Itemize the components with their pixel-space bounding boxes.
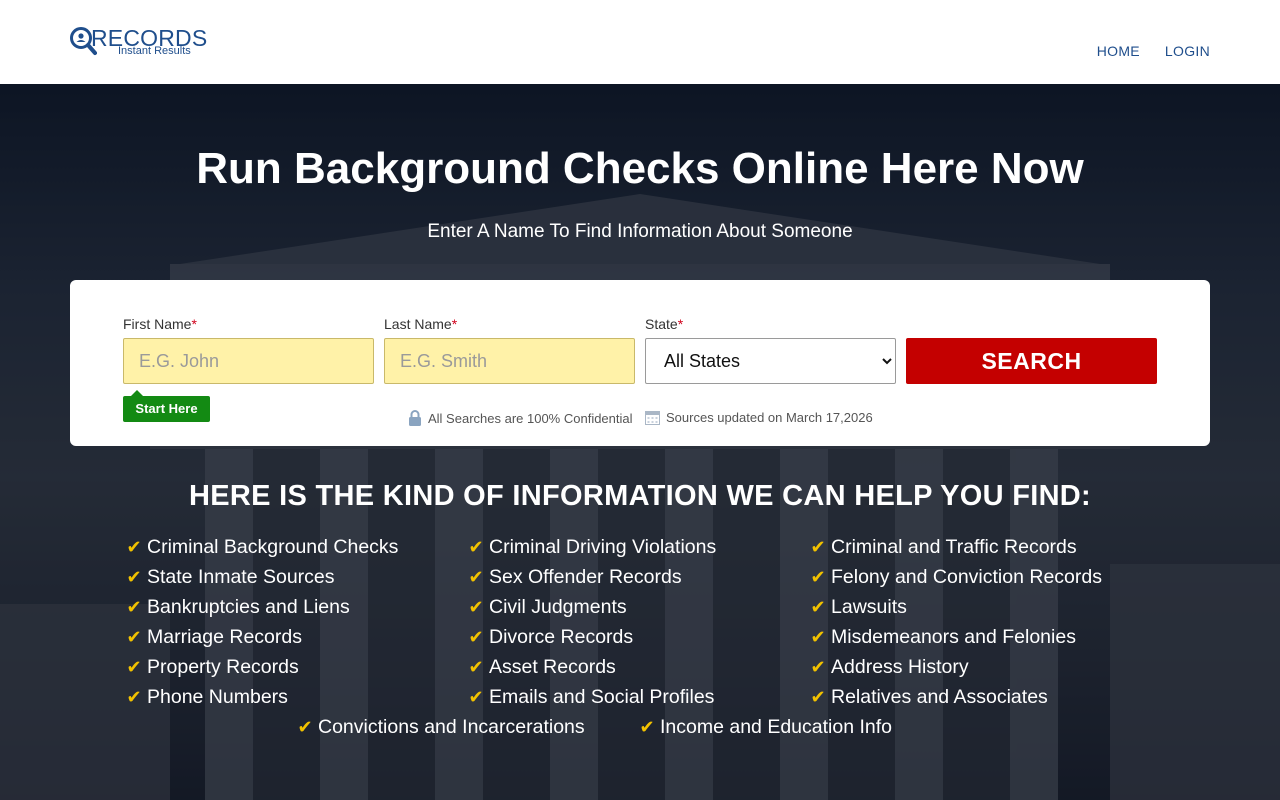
confidential-note: All Searches are 100% Confidential [408, 410, 633, 426]
info-item: ✔ Property Records [125, 656, 299, 679]
check-icon: ✔ [468, 687, 484, 707]
info-item: ✔ Marriage Records [125, 626, 302, 649]
nav-login-link[interactable]: LOGIN [1165, 43, 1210, 59]
info-section-title: HERE IS THE KIND OF INFORMATION WE CAN H… [188, 480, 1092, 512]
info-item: ✔ Asset Records [467, 656, 616, 679]
first-name-input[interactable] [123, 338, 374, 384]
info-item-text: Marriage Records [147, 626, 302, 648]
info-item: ✔ Criminal Driving Violations [467, 536, 716, 559]
check-icon: ✔ [810, 657, 826, 677]
info-item-text: Property Records [147, 656, 299, 678]
state-select[interactable]: All States [645, 338, 896, 384]
logo-subtitle: Instant Results [118, 45, 191, 57]
info-item-text: Divorce Records [489, 626, 634, 648]
info-item-text: Address History [831, 656, 969, 678]
updated-note: Sources updated on March 17,2026 [645, 410, 873, 425]
search-form-card: First Name* Last Name* State* All States… [70, 280, 1210, 446]
site-header: RECORDS Instant Results HOME LOGIN [0, 0, 1280, 84]
info-item: ✔ Relatives and Associates [809, 686, 1048, 709]
nav-home-link[interactable]: HOME [1097, 43, 1140, 59]
required-marker: * [451, 316, 458, 332]
info-item: ✔ Misdemeanors and Felonies [809, 626, 1076, 649]
check-icon: ✔ [810, 567, 826, 587]
check-icon: ✔ [810, 627, 826, 647]
required-marker: * [191, 316, 197, 332]
info-item-text: Income and Education Info [660, 716, 892, 738]
main-nav: HOME LOGIN [1097, 43, 1210, 59]
check-icon: ✔ [126, 627, 142, 647]
last-name-input[interactable] [384, 338, 635, 384]
start-here-badge: Start Here [123, 390, 210, 422]
info-item-text: Convictions and Incarcerations [318, 716, 585, 738]
info-item: ✔ Phone Numbers [125, 686, 288, 709]
check-icon: ✔ [468, 657, 484, 677]
info-item: ✔ Convictions and Incarcerations [296, 716, 585, 739]
info-item-text: State Inmate Sources [147, 566, 335, 588]
info-item: ✔ Bankruptcies and Liens [125, 596, 350, 619]
info-item-text: Emails and Social Profiles [489, 686, 715, 708]
info-item-text: Bankruptcies and Liens [147, 596, 350, 618]
lock-icon [409, 410, 421, 426]
check-icon: ✔ [639, 717, 655, 737]
check-icon: ✔ [126, 687, 142, 707]
page-subheadline: Enter A Name To Find Information About S… [427, 221, 853, 242]
first-name-label: First Name* [123, 316, 197, 332]
calendar-icon [645, 411, 660, 425]
info-item-text: Criminal and Traffic Records [831, 536, 1077, 558]
check-icon: ✔ [468, 537, 484, 557]
info-item: ✔ Criminal Background Checks [125, 536, 398, 559]
info-item-text: Lawsuits [831, 596, 907, 618]
info-item-text: Civil Judgments [489, 596, 627, 618]
check-icon: ✔ [126, 567, 142, 587]
check-icon: ✔ [468, 627, 484, 647]
search-button[interactable]: SEARCH [906, 338, 1157, 384]
hero-section: Run Background Checks Online Here Now En… [0, 84, 1280, 800]
info-item-text: Sex Offender Records [489, 566, 682, 588]
check-icon: ✔ [810, 537, 826, 557]
check-icon: ✔ [126, 597, 142, 617]
last-name-label-text: Last Name [384, 316, 452, 332]
updated-note-text: Sources updated on March 17,2026 [666, 410, 873, 425]
info-item: ✔ Felony and Conviction Records [809, 566, 1102, 589]
state-label: State* [645, 316, 683, 332]
check-icon: ✔ [810, 597, 826, 617]
info-item: ✔ Criminal and Traffic Records [809, 536, 1077, 559]
check-icon: ✔ [810, 687, 826, 707]
info-item: ✔ Civil Judgments [467, 596, 627, 619]
info-item-text: Misdemeanors and Felonies [831, 626, 1076, 648]
page-headline: Run Background Checks Online Here Now [196, 144, 1084, 193]
last-name-label: Last Name* [384, 316, 457, 332]
check-icon: ✔ [126, 657, 142, 677]
info-item-text: Criminal Background Checks [147, 536, 399, 558]
check-icon: ✔ [126, 537, 142, 557]
check-icon: ✔ [468, 567, 484, 587]
info-item: ✔ Divorce Records [467, 626, 633, 649]
info-item: ✔ Lawsuits [809, 596, 907, 619]
info-item: ✔ State Inmate Sources [125, 566, 335, 589]
info-item-text: Relatives and Associates [831, 686, 1048, 708]
required-marker: * [677, 316, 684, 332]
info-item: ✔ Sex Offender Records [467, 566, 682, 589]
info-item-text: Criminal Driving Violations [489, 536, 717, 558]
info-item-text: Felony and Conviction Records [831, 566, 1102, 588]
info-item: ✔ Emails and Social Profiles [467, 686, 714, 709]
first-name-label-text: First Name [123, 316, 192, 332]
check-icon: ✔ [297, 717, 313, 737]
info-item: ✔ Address History [809, 656, 969, 679]
check-icon: ✔ [468, 597, 484, 617]
info-item: ✔ Income and Education Info [638, 716, 892, 739]
state-label-text: State [645, 316, 678, 332]
info-item-text: Phone Numbers [147, 686, 288, 708]
info-item-text: Asset Records [489, 656, 616, 678]
logo[interactable]: RECORDS Instant Results [69, 25, 209, 60]
confidential-note-text: All Searches are 100% Confidential [428, 410, 633, 426]
